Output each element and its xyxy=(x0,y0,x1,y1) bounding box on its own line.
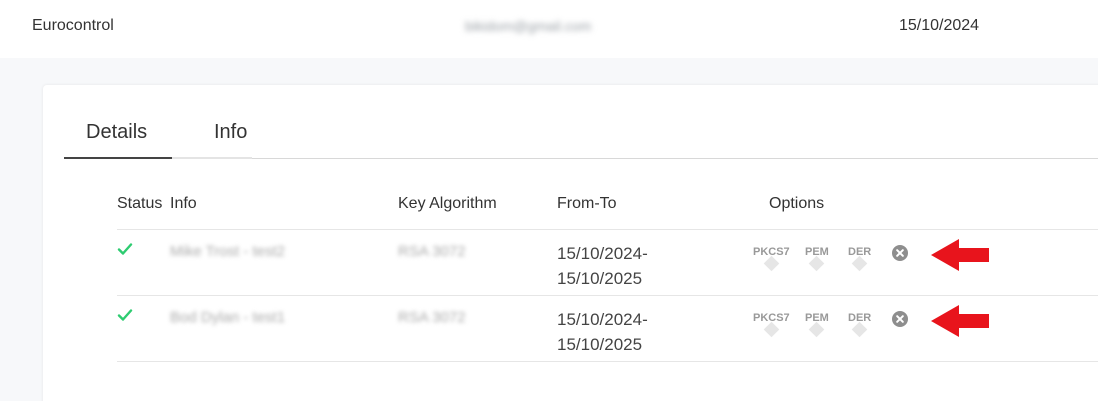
table-row: Bod Dylan - test1 RSA 3072 15/10/2024- 1… xyxy=(43,299,1098,365)
certificate-card: Details Info Status Info Key Algorithm F… xyxy=(43,85,1098,401)
column-header-info: Info xyxy=(170,195,197,212)
close-circle-icon[interactable] xyxy=(892,311,908,327)
diamond-icon xyxy=(851,321,868,338)
diamond-icon xyxy=(763,321,780,338)
diamond-icon xyxy=(808,321,825,338)
close-circle-icon[interactable] xyxy=(892,245,908,261)
row-divider xyxy=(117,229,1098,230)
tab-bar: Details Info xyxy=(64,85,1098,159)
top-row: Eurocontrol bikidom@gmail.com 15/10/2024 xyxy=(0,0,1098,58)
key-algorithm-value: RSA 3072 xyxy=(398,309,466,326)
tab-info[interactable]: Info xyxy=(214,121,247,144)
diamond-icon xyxy=(851,255,868,272)
certificate-info: Mike Trost - test2 xyxy=(170,243,286,260)
created-date: 15/10/2024 xyxy=(899,17,980,34)
tab-indicator-inactive xyxy=(172,157,252,159)
download-pkcs7-button[interactable]: PKCS7 xyxy=(753,246,790,258)
validity-period: 15/10/2024- 15/10/2025 xyxy=(557,307,648,357)
key-algorithm-value: RSA 3072 xyxy=(398,243,466,260)
column-header-options: Options xyxy=(769,195,825,212)
download-pkcs7-button[interactable]: PKCS7 xyxy=(753,312,790,324)
certificate-info: Bod Dylan - test1 xyxy=(170,309,286,326)
download-der-button[interactable]: DER xyxy=(848,312,871,324)
download-pem-button[interactable]: PEM xyxy=(805,312,829,324)
column-header-status: Status xyxy=(117,195,163,212)
row-divider xyxy=(117,295,1098,296)
email-address: bikidom@gmail.com xyxy=(465,18,592,34)
row-divider xyxy=(117,361,1098,362)
table-row: Mike Trost - test2 RSA 3072 15/10/2024- … xyxy=(43,233,1098,299)
organization-name: Eurocontrol xyxy=(32,17,114,34)
diamond-icon xyxy=(808,255,825,272)
diamond-icon xyxy=(763,255,780,272)
check-icon xyxy=(117,243,133,255)
download-pem-button[interactable]: PEM xyxy=(805,246,829,258)
arrow-left-icon xyxy=(931,239,989,271)
tab-details[interactable]: Details xyxy=(86,121,147,144)
active-tab-indicator xyxy=(64,157,172,159)
valid-to: 15/10/2025 xyxy=(557,269,643,288)
column-header-from-to: From-To xyxy=(557,195,617,212)
validity-period: 15/10/2024- 15/10/2025 xyxy=(557,241,648,291)
check-icon xyxy=(117,309,133,321)
download-der-button[interactable]: DER xyxy=(848,246,871,258)
arrow-left-icon xyxy=(931,305,989,337)
valid-to: 15/10/2025 xyxy=(557,335,643,354)
column-header-key-algorithm: Key Algorithm xyxy=(398,195,497,212)
valid-from: 15/10/2024- xyxy=(557,310,648,329)
valid-from: 15/10/2024- xyxy=(557,244,648,263)
